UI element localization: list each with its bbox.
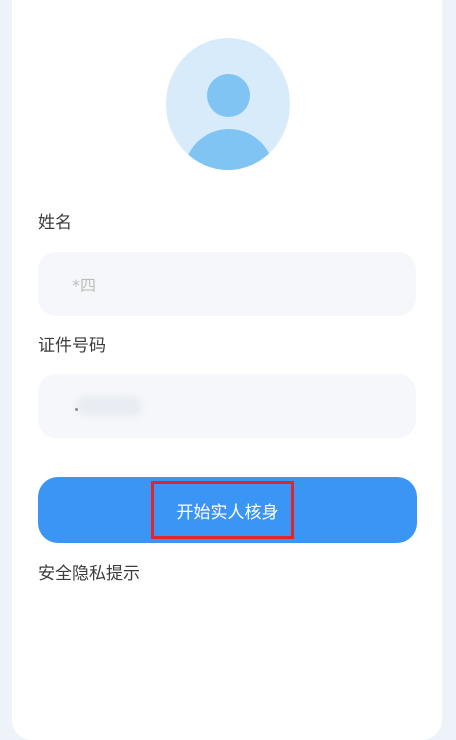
- user-avatar-icon: [166, 38, 290, 170]
- avatar-body-shape: [184, 129, 274, 170]
- start-verification-button[interactable]: 开始实人核身: [38, 477, 417, 543]
- id-number-label: 证件号码: [38, 336, 106, 356]
- id-number-masked-value: [76, 396, 142, 416]
- id-number-masked-dot: [75, 408, 78, 411]
- privacy-notice-link[interactable]: 安全隐私提示: [38, 563, 140, 585]
- name-label: 姓名: [38, 213, 72, 233]
- avatar-head-shape: [207, 74, 250, 117]
- name-field[interactable]: [38, 252, 416, 316]
- start-verification-button-label: 开始实人核身: [176, 502, 279, 523]
